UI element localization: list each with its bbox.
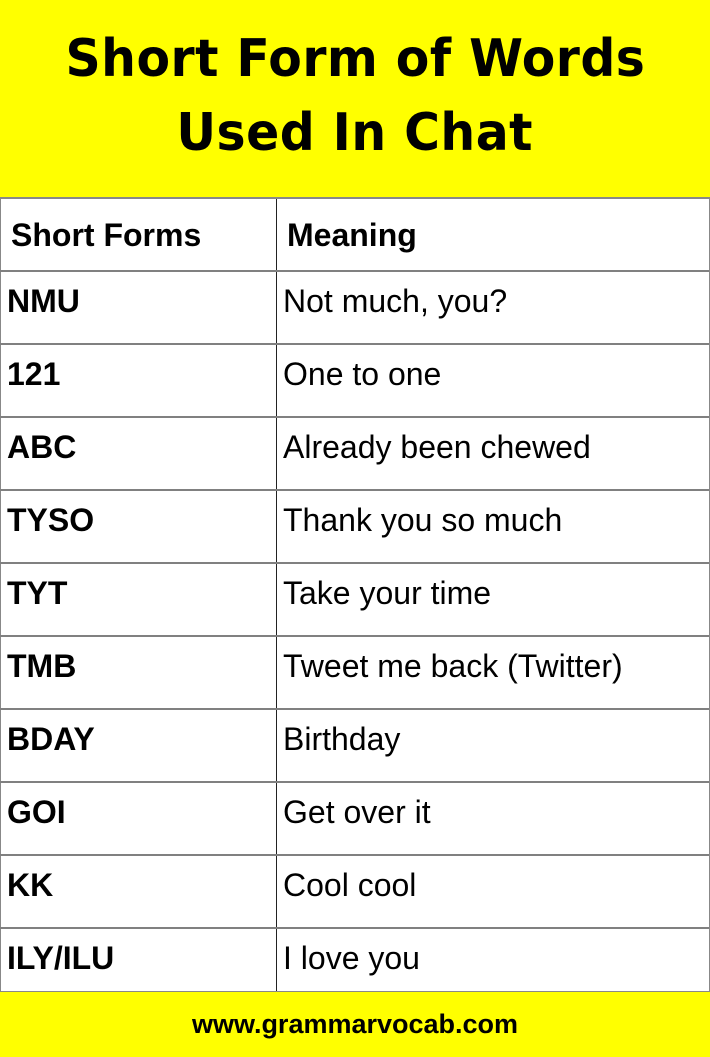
meaning-cell: I love you: [276, 927, 710, 1000]
meaning-cell: Already been chewed: [276, 416, 710, 490]
table-row: BDAY Birthday: [0, 708, 710, 782]
short-form-cell: KK: [0, 854, 277, 928]
table-row: TMB Tweet me back (Twitter): [0, 635, 710, 709]
table-row: ABC Already been chewed: [0, 416, 710, 490]
short-form-cell: TMB: [0, 635, 277, 709]
short-forms-table: Short Forms Meaning NMU Not much, you? 1…: [0, 197, 710, 1000]
table-row: TYT Take your time: [0, 562, 710, 636]
table-row: TYSO Thank you so much: [0, 489, 710, 563]
page-title-line-2: Used In Chat: [176, 102, 534, 163]
meaning-cell: Get over it: [276, 781, 710, 855]
meaning-cell: Not much, you?: [276, 270, 710, 344]
meaning-cell: Take your time: [276, 562, 710, 636]
meaning-cell: One to one: [276, 343, 710, 417]
table-row: ILY/ILU I love you: [0, 927, 710, 1000]
footer-banner: www.grammarvocab.com: [0, 991, 710, 1057]
website-url: www.grammarvocab.com: [191, 1009, 519, 1039]
meaning-cell: Cool cool: [276, 854, 710, 928]
meaning-cell: Tweet me back (Twitter): [276, 635, 710, 709]
column-header-meaning: Meaning: [276, 197, 710, 271]
short-form-cell: TYT: [0, 562, 277, 636]
short-form-cell: NMU: [0, 270, 277, 344]
title-banner: Short Form of Words Used In Chat: [0, 0, 710, 197]
table-row: NMU Not much, you?: [0, 270, 710, 344]
short-form-cell: 121: [0, 343, 277, 417]
page-title-line-1: Short Form of Words: [65, 28, 645, 89]
table-row: 121 One to one: [0, 343, 710, 417]
column-header-short-forms: Short Forms: [0, 197, 277, 271]
meaning-cell: Birthday: [276, 708, 710, 782]
short-form-cell: GOI: [0, 781, 277, 855]
short-form-cell: TYSO: [0, 489, 277, 563]
short-form-cell: BDAY: [0, 708, 277, 782]
table-row: GOI Get over it: [0, 781, 710, 855]
table-header-row: Short Forms Meaning: [0, 197, 710, 271]
meaning-cell: Thank you so much: [276, 489, 710, 563]
short-form-cell: ILY/ILU: [0, 927, 277, 1000]
table-row: KK Cool cool: [0, 854, 710, 928]
short-form-cell: ABC: [0, 416, 277, 490]
